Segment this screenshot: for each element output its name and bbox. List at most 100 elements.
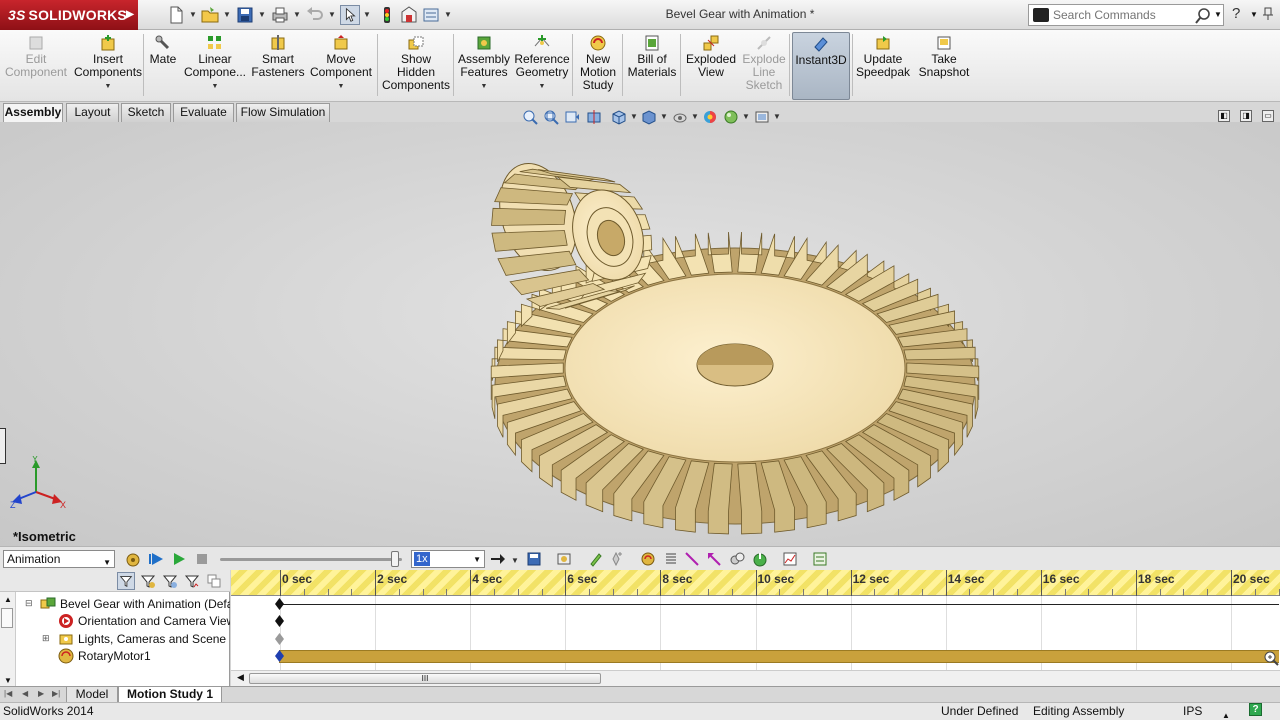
view-settings-dropdown-icon[interactable]: ▼ [773, 112, 781, 121]
tree-scroll-up-icon[interactable]: ▲ [4, 595, 12, 604]
key-point-assembly[interactable] [275, 598, 284, 610]
timeline-horizontal-scrollbar[interactable]: ◀ III [231, 670, 1280, 686]
next-tab-icon[interactable]: ▶ [38, 689, 44, 698]
filter-selected-icon[interactable] [161, 572, 179, 590]
first-tab-icon[interactable]: |◀ [4, 689, 12, 698]
bottom-tab-model[interactable]: Model [66, 687, 118, 703]
rebuild-icon[interactable] [377, 5, 397, 25]
display-style-icon[interactable] [641, 109, 657, 125]
save-icon[interactable] [235, 5, 255, 25]
scroll-left-icon[interactable]: ◀ [237, 672, 244, 683]
add-update-key-icon[interactable] [608, 551, 624, 567]
tree-item[interactable]: Orientation and Camera Views [58, 613, 230, 630]
view-orientation-icon[interactable] [611, 109, 627, 125]
filter-driving-icon[interactable] [139, 572, 157, 590]
section-view-icon[interactable] [586, 109, 602, 125]
timeline-scroll-thumb[interactable]: III [249, 673, 601, 684]
print-icon[interactable] [270, 5, 290, 25]
search-icon[interactable] [1194, 7, 1212, 25]
force-icon[interactable] [706, 551, 722, 567]
open-folder-icon[interactable] [200, 5, 220, 25]
play-from-start-icon[interactable] [148, 551, 164, 567]
cmd-take-snapshot-button[interactable]: Take Snapshot [916, 32, 972, 100]
edit-appearance-icon[interactable] [702, 109, 718, 125]
print-dropdown-icon[interactable]: ▼ [293, 10, 301, 19]
cmd-insert-components-button[interactable]: Insert Components ▼ [74, 32, 142, 100]
stop-icon[interactable] [194, 551, 210, 567]
select-dropdown-icon[interactable]: ▼ [363, 10, 371, 19]
status-units[interactable]: IPS [1183, 703, 1202, 720]
apply-scene-icon[interactable] [723, 109, 739, 125]
file-properties-icon[interactable] [399, 5, 419, 25]
cmd-linear-pattern-button[interactable]: Linear Compone... ▼ [182, 32, 248, 100]
help-dropdown-icon[interactable]: ▼ [1250, 10, 1258, 19]
apply-scene-dropdown-icon[interactable]: ▼ [742, 112, 750, 121]
cmd-mate-button[interactable]: Mate [145, 32, 181, 100]
options-icon[interactable] [421, 5, 441, 25]
search-commands-box[interactable]: ▼ [1028, 4, 1224, 26]
undo-dropdown-icon[interactable]: ▼ [328, 10, 336, 19]
timeline-ruler[interactable]: 0 sec 2 sec 4 sec 6 sec 8 sec 10 sec 12 sec 14 … [231, 570, 1280, 596]
gravity-icon[interactable] [752, 551, 768, 567]
save-dropdown-icon[interactable]: ▼ [258, 10, 266, 19]
cmd-dropdown-icon[interactable]: ▼ [74, 80, 142, 93]
cmd-explode-line-sketch-button[interactable]: Explode Line Sketch [740, 32, 788, 100]
view-settings-icon[interactable] [754, 109, 770, 125]
tree-item[interactable]: RotaryMotor1 [58, 648, 230, 665]
cmd-smart-fasteners-button[interactable]: Smart Fasteners [250, 32, 306, 100]
view-orientation-dropdown-icon[interactable]: ▼ [630, 112, 638, 121]
key-point-motor[interactable] [275, 650, 284, 662]
save-animation-icon[interactable] [526, 551, 542, 567]
feature-manager-collapse-handle[interactable] [0, 428, 6, 464]
calculate-icon[interactable] [125, 551, 141, 567]
bevel-gear-model[interactable] [0, 122, 1280, 546]
playback-mode-icon[interactable] [490, 551, 506, 567]
cmd-dropdown-icon[interactable]: ▼ [456, 80, 512, 93]
solidworks-logo[interactable]: 3S SOLIDWORKS ▶ [0, 0, 138, 30]
search-dropdown-icon[interactable]: ▼ [1214, 10, 1222, 19]
logo-menu-arrow-icon[interactable]: ▶ [126, 0, 134, 30]
zoom-to-area-icon[interactable] [543, 109, 559, 125]
cmd-exploded-view-button[interactable]: Exploded View [682, 32, 740, 100]
zoom-to-fit-icon[interactable] [522, 109, 538, 125]
pin-icon[interactable] [1262, 7, 1274, 21]
tab-assembly[interactable]: Assembly [3, 103, 63, 122]
contact-icon[interactable] [729, 551, 745, 567]
tree-scroll-thumb[interactable] [1, 608, 13, 628]
autokey-icon[interactable] [588, 551, 604, 567]
playback-slider-thumb[interactable] [391, 551, 399, 567]
open-dropdown-icon[interactable]: ▼ [223, 10, 231, 19]
tab-evaluate[interactable]: Evaluate [173, 103, 234, 122]
prev-tab-icon[interactable]: ◀ [22, 689, 28, 698]
motor-icon[interactable] [640, 551, 656, 567]
cmd-show-hidden-button[interactable]: Show Hidden Components [380, 32, 452, 100]
study-type-select[interactable]: Animation ▼ [3, 550, 115, 568]
new-document-icon[interactable] [166, 5, 186, 25]
filter-results-icon[interactable] [183, 572, 201, 590]
tab-sketch[interactable]: Sketch [121, 103, 171, 122]
tile-horizontal-icon[interactable]: ◧ [1218, 110, 1230, 122]
cmd-dropdown-icon[interactable]: ▼ [182, 80, 248, 93]
assembly-timeline-bar[interactable] [279, 604, 1279, 605]
cmd-instant3d-button[interactable]: Instant3D [792, 32, 850, 100]
cmd-edit-component-button[interactable]: Edit Component [3, 32, 69, 100]
cmd-dropdown-icon[interactable]: ▼ [514, 80, 570, 93]
cmd-assembly-features-button[interactable]: Assembly Features ▼ [456, 32, 512, 100]
previous-view-icon[interactable] [564, 109, 580, 125]
playback-speed-dropdown-icon[interactable]: ▼ [473, 555, 481, 564]
damper-icon[interactable] [684, 551, 700, 567]
motion-study-properties-icon[interactable] [812, 551, 828, 567]
undo-icon[interactable] [305, 5, 325, 25]
tree-scroll-down-icon[interactable]: ▼ [4, 676, 12, 685]
cmd-dropdown-icon[interactable]: ▼ [307, 80, 375, 93]
cmd-move-component-button[interactable]: Move Component ▼ [307, 32, 375, 100]
cmd-new-motion-study-button[interactable]: New Motion Study [576, 32, 620, 100]
tile-vertical-icon[interactable]: ◨ [1240, 110, 1252, 122]
graphics-area[interactable]: Y X Z [0, 122, 1280, 546]
tree-item[interactable]: Lights, Cameras and Scene [58, 631, 230, 648]
expand-icon[interactable]: ⊞ [42, 633, 50, 644]
help-icon[interactable]: ? [1232, 5, 1240, 22]
results-and-plots-icon[interactable] [782, 551, 798, 567]
key-point-orientation[interactable] [275, 615, 284, 627]
playback-slider-track[interactable] [220, 558, 402, 561]
